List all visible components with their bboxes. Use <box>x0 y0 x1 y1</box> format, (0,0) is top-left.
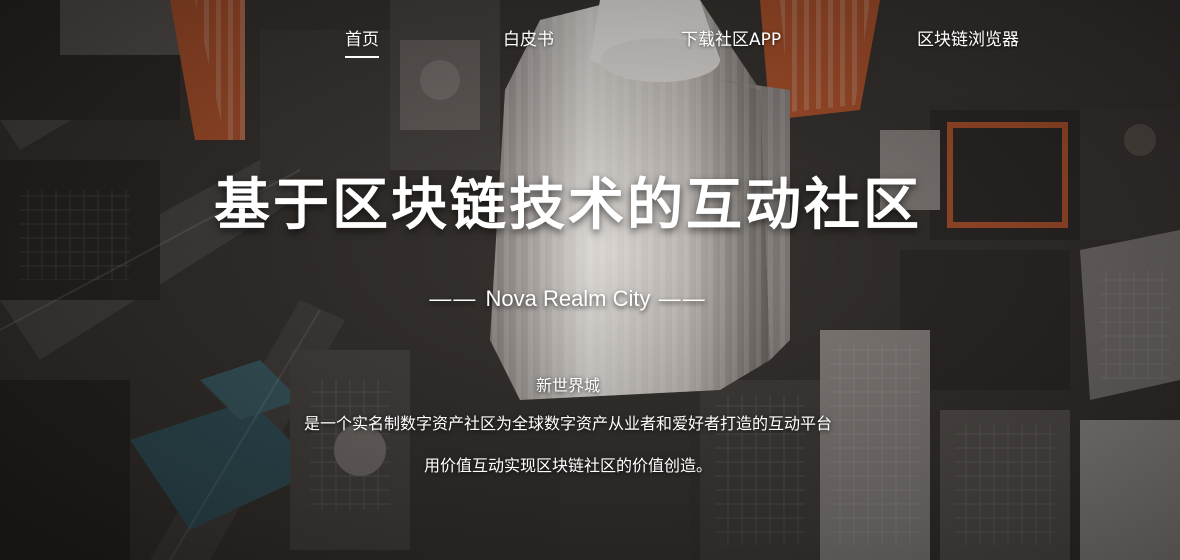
hero-description-line-2: 用价值互动实现区块链社区的价值创造。 <box>423 456 712 475</box>
top-navigation: 首页 白皮书 下载社区APP 区块链浏览器 <box>0 26 1180 66</box>
hero-subtitle: —— Nova Realm City —— <box>0 284 1136 314</box>
nav-item-download-app[interactable]: 下载社区APP <box>681 26 781 56</box>
hero-title: 基于区块链技术的互动社区 <box>214 172 922 238</box>
subtitle-text: Nova Realm City <box>485 286 651 311</box>
hero-description-line-1: 是一个实名制数字资产社区为全球数字资产从业者和爱好者打造的互动平台 <box>303 414 832 433</box>
hero-tagline: 新世界城 <box>535 376 600 395</box>
subtitle-dash-right: —— <box>650 286 707 311</box>
nav-item-home[interactable]: 首页 <box>345 26 379 58</box>
nav-item-blockchain-explorer[interactable]: 区块链浏览器 <box>917 26 1019 56</box>
subtitle-dash-left: —— <box>429 286 486 311</box>
nav-item-whitepaper[interactable]: 白皮书 <box>503 26 554 56</box>
